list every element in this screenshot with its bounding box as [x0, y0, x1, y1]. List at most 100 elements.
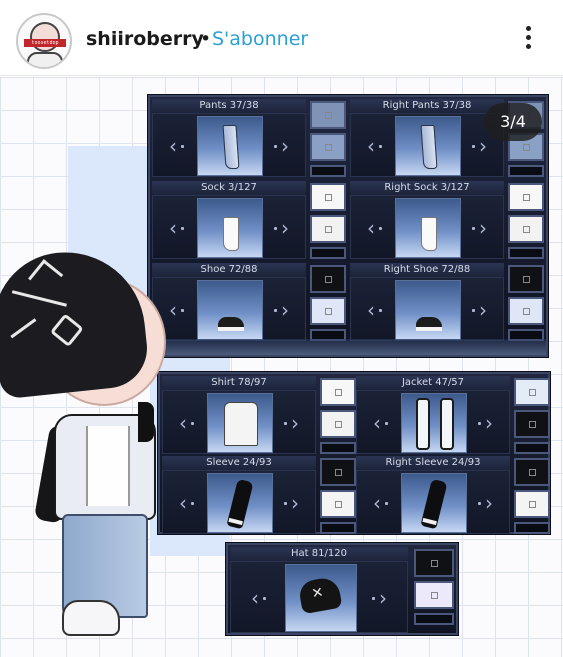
chevron-left-icon[interactable]: ‹ — [367, 493, 387, 513]
item-preview — [401, 473, 467, 533]
color-swatches — [320, 378, 356, 456]
chevron-left-icon[interactable]: ‹ — [361, 218, 381, 238]
shoe-icon — [416, 317, 442, 331]
pants-icon — [420, 125, 438, 169]
item-preview — [207, 393, 273, 453]
color-swatch[interactable] — [508, 183, 544, 211]
color-swatch[interactable] — [508, 265, 544, 293]
slot-body: ‹ › — [162, 470, 316, 534]
color-swatch[interactable] — [320, 378, 356, 406]
chevron-right-icon[interactable]: › — [373, 588, 393, 608]
item-preview — [395, 280, 461, 340]
color-swatch[interactable] — [320, 458, 356, 486]
color-swatch[interactable] — [310, 133, 346, 161]
color-swatch[interactable] — [320, 490, 356, 518]
color-swatch[interactable] — [310, 297, 346, 325]
color-swatch[interactable] — [508, 329, 544, 341]
color-swatches — [414, 549, 454, 627]
color-swatch[interactable] — [508, 165, 544, 177]
post-header: toosetdop shiiroberry • S'abonner — [0, 0, 563, 76]
chevron-left-icon[interactable]: ‹ — [361, 300, 381, 320]
chevron-right-icon[interactable]: › — [473, 300, 493, 320]
slot-sock: Sock 3/127 ‹ › — [152, 181, 348, 261]
chevron-right-icon[interactable]: › — [479, 493, 499, 513]
item-preview — [395, 116, 461, 176]
dot-icon — [191, 502, 194, 505]
color-swatch[interactable] — [414, 613, 454, 625]
more-vertical-icon[interactable] — [522, 26, 534, 52]
shirt-icon — [224, 402, 258, 446]
chevron-right-icon[interactable]: › — [275, 136, 295, 156]
color-swatches — [514, 378, 550, 456]
chevron-left-icon[interactable]: ‹ — [163, 136, 183, 156]
slot-hat: Hat 81/120 ‹ › — [230, 547, 456, 633]
dot-icon — [385, 502, 388, 505]
color-swatches — [320, 458, 356, 536]
color-swatch[interactable] — [310, 183, 346, 211]
slot-body: ‹ › — [350, 113, 504, 177]
color-swatch[interactable] — [310, 165, 346, 177]
slot-title: Sock 3/127 — [152, 181, 306, 195]
chevron-right-icon[interactable]: › — [275, 218, 295, 238]
slot-shoe: Shoe 72/88 ‹ › — [152, 263, 348, 343]
chevron-left-icon[interactable]: ‹ — [367, 413, 387, 433]
chevron-left-icon[interactable]: ‹ — [361, 136, 381, 156]
color-swatch[interactable] — [508, 247, 544, 259]
avatar-body — [27, 52, 63, 67]
follow-button[interactable]: S'abonner — [212, 28, 308, 50]
color-swatch[interactable] — [514, 490, 550, 518]
color-swatches — [508, 265, 544, 343]
slot-right-sleeve: Right Sleeve 24/93 ‹ › — [356, 456, 552, 536]
color-swatch[interactable] — [320, 410, 356, 438]
item-preview — [395, 198, 461, 258]
chevron-right-icon[interactable]: › — [479, 413, 499, 433]
shoe-icon — [218, 317, 244, 331]
username-link[interactable]: shiiroberry — [86, 28, 204, 50]
color-swatch[interactable] — [414, 549, 454, 577]
profile-avatar[interactable]: toosetdop — [16, 13, 72, 69]
slot-body: ‹ › — [230, 561, 408, 633]
slot-title: Hat 81/120 — [230, 547, 408, 561]
chevron-right-icon[interactable]: › — [275, 300, 295, 320]
slot-body: ‹ › — [152, 195, 306, 259]
chevron-right-icon[interactable]: › — [285, 493, 305, 513]
chevron-right-icon[interactable]: › — [473, 136, 493, 156]
character-illustration — [0, 236, 170, 646]
chevron-left-icon[interactable]: ‹ — [163, 218, 183, 238]
slot-pants: Pants 37/38 ‹ › — [152, 99, 348, 179]
dot-icon — [379, 309, 382, 312]
color-swatches — [514, 458, 550, 536]
chevron-left-icon[interactable]: ‹ — [173, 413, 193, 433]
color-swatch[interactable] — [310, 101, 346, 129]
hat-icon — [297, 575, 343, 615]
color-swatch[interactable] — [310, 215, 346, 243]
color-swatch[interactable] — [310, 329, 346, 341]
color-swatch[interactable] — [320, 442, 356, 454]
dot-icon — [181, 145, 184, 148]
chevron-left-icon[interactable]: ‹ — [173, 493, 193, 513]
color-swatch[interactable] — [514, 522, 550, 534]
color-swatch[interactable] — [310, 247, 346, 259]
color-swatch[interactable] — [514, 458, 550, 486]
item-preview — [197, 198, 263, 258]
color-swatch[interactable] — [414, 581, 454, 609]
character-hair — [138, 402, 154, 442]
avatar-band-text: toosetdop — [24, 39, 66, 47]
character-shoe — [62, 600, 120, 636]
slot-body: ‹ › — [350, 195, 504, 259]
color-swatch[interactable] — [514, 378, 550, 406]
chevron-right-icon[interactable]: › — [285, 413, 305, 433]
color-swatch[interactable] — [514, 410, 550, 438]
slot-title: Shoe 72/88 — [152, 263, 306, 277]
color-swatch[interactable] — [310, 265, 346, 293]
slot-title: Jacket 47/57 — [356, 376, 510, 390]
color-swatch[interactable] — [514, 442, 550, 454]
dot-icon — [263, 597, 266, 600]
chevron-left-icon[interactable]: ‹ — [245, 588, 265, 608]
outfit-panel-hat: Hat 81/120 ‹ › — [226, 543, 458, 635]
item-preview — [197, 280, 263, 340]
color-swatch[interactable] — [320, 522, 356, 534]
color-swatch[interactable] — [508, 215, 544, 243]
chevron-right-icon[interactable]: › — [473, 218, 493, 238]
color-swatch[interactable] — [508, 297, 544, 325]
